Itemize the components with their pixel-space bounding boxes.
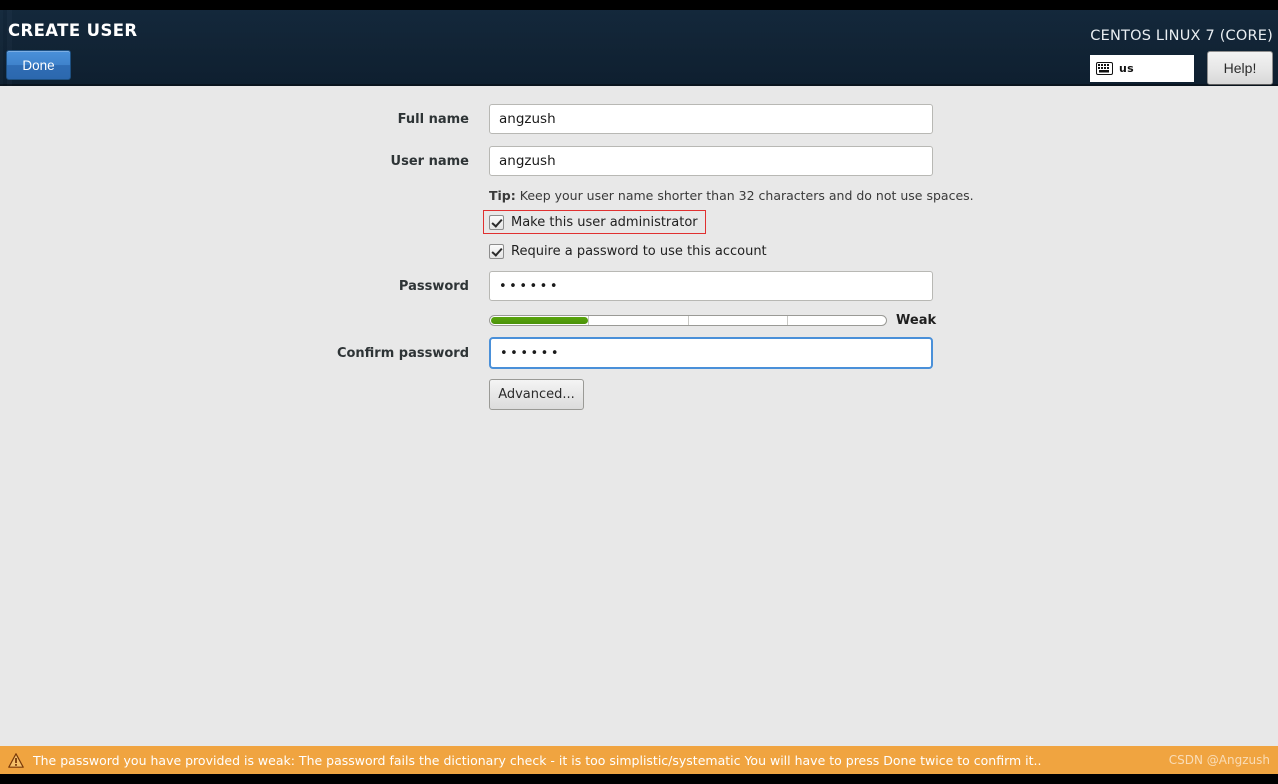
username-tip: Tip: Keep your user name shorter than 32… [489, 188, 974, 203]
strength-bar-trough [489, 315, 887, 326]
checkbox-checked-icon[interactable] [489, 214, 504, 230]
password-input[interactable] [489, 271, 933, 301]
keyboard-layout-label: us [1119, 62, 1134, 75]
form-area: Full name User name Tip: Keep your user … [0, 86, 1278, 746]
require-password-label: Require a password to use this account [511, 243, 767, 259]
help-button[interactable]: Help! [1207, 51, 1273, 85]
make-administrator-label: Make this user administrator [511, 214, 698, 230]
watermark-label: CSDN @Angzush [1168, 753, 1270, 767]
keyboard-icon [1096, 62, 1113, 75]
user-name-label: User name [390, 154, 469, 169]
password-strength-meter: Weak [489, 313, 936, 328]
require-password-checkbox-row[interactable]: Require a password to use this account [489, 241, 767, 261]
make-administrator-checkbox-row[interactable]: Make this user administrator [483, 210, 706, 234]
header-bar: CREATE USER Done CENTOS LINUX 7 (CORE) u… [0, 10, 1278, 86]
confirm-password-label: Confirm password [336, 346, 469, 361]
warning-triangle-icon [8, 752, 24, 768]
warning-message: The password you have provided is weak: … [33, 752, 1042, 768]
confirm-password-input[interactable] [489, 337, 933, 369]
top-black-strip [0, 0, 1278, 10]
distro-label: CENTOS LINUX 7 (CORE) [1090, 28, 1273, 44]
password-label: Password [398, 279, 469, 294]
tip-body: Keep your user name shorter than 32 char… [515, 188, 974, 203]
tip-prefix: Tip: [489, 188, 516, 203]
full-name-label: Full name [397, 112, 469, 127]
checkbox-checked-icon[interactable] [489, 243, 504, 259]
installer-screen: CREATE USER Done CENTOS LINUX 7 (CORE) u… [0, 0, 1278, 784]
user-name-input[interactable] [489, 146, 933, 176]
strength-bar-segments [490, 316, 886, 325]
done-button[interactable]: Done [6, 50, 71, 80]
full-name-input[interactable] [489, 104, 933, 134]
advanced-button[interactable]: Advanced... [489, 379, 584, 410]
keyboard-layout-indicator[interactable]: us [1090, 55, 1194, 82]
strength-label: Weak [896, 313, 937, 328]
page-title: CREATE USER [8, 21, 138, 40]
bottom-black-strip [0, 774, 1278, 784]
status-warning-bar: The password you have provided is weak: … [0, 746, 1278, 774]
